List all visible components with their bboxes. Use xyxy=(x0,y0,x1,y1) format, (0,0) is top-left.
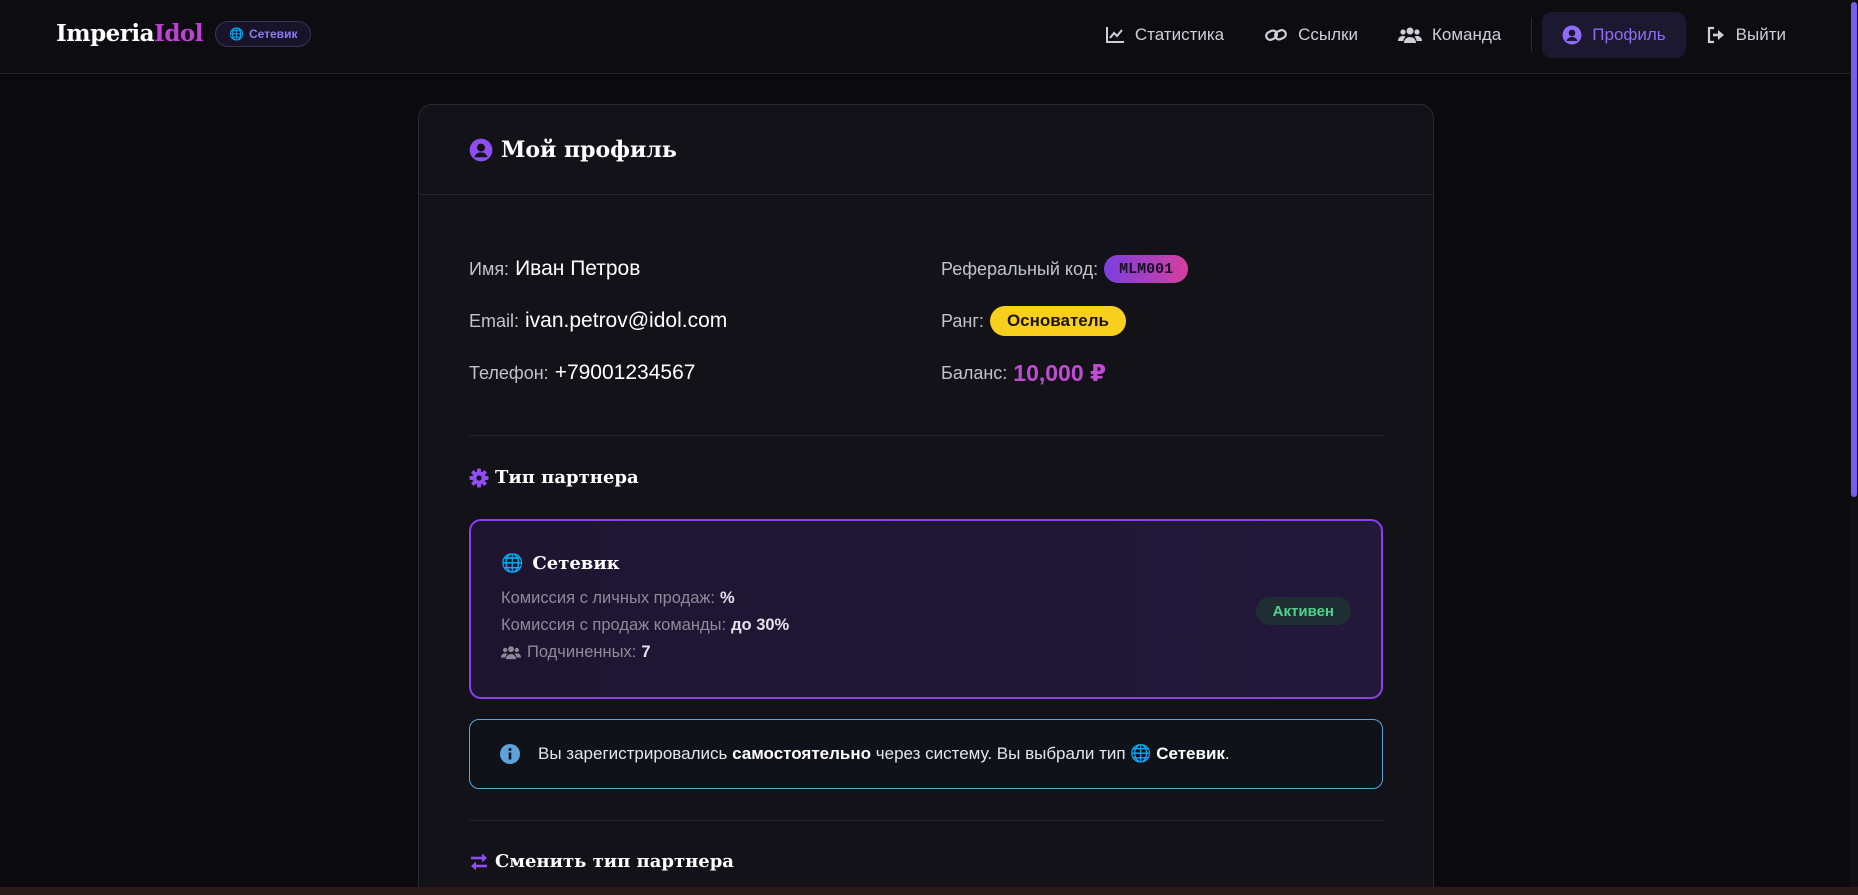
exchange-icon xyxy=(471,853,487,870)
users-icon xyxy=(501,646,521,660)
rank-row: Ранг: Основатель xyxy=(941,295,1188,347)
nav-logout[interactable]: Выйти xyxy=(1686,12,1806,58)
nav-links[interactable]: Ссылки xyxy=(1244,12,1378,58)
user-circle-icon xyxy=(1562,25,1582,45)
main-nav: Статистика Ссылки Команда Профиль Выйти xyxy=(1085,12,1806,58)
globe-icon: 🌐 xyxy=(501,553,524,574)
referral-code-badge[interactable]: MLM001 xyxy=(1104,255,1189,283)
user-circle-icon xyxy=(469,138,493,161)
subordinates: Подчиненных: 7 xyxy=(501,643,651,662)
globe-icon: 🌐 xyxy=(1130,744,1157,763)
partner-type-badge: 🌐 Сетевик xyxy=(215,20,312,47)
globe-icon: 🌐 xyxy=(229,26,244,41)
phone-value: +79001234567 xyxy=(554,361,696,384)
personal-commission: Комиссия с личных продаж: % xyxy=(501,589,735,607)
info-icon xyxy=(500,744,520,764)
name-value: Иван Петров xyxy=(515,257,641,280)
partner-type-heading: Тип партнера xyxy=(469,467,639,488)
nav-profile[interactable]: Профиль xyxy=(1542,12,1686,58)
nav-divider xyxy=(1531,18,1533,52)
taskbar-edge xyxy=(0,887,1858,895)
rank-badge: Основатель xyxy=(989,306,1126,336)
scrollbar-thumb[interactable] xyxy=(1851,2,1857,497)
divider xyxy=(469,435,1385,436)
name-row: Имя: Иван Петров xyxy=(469,257,641,280)
phone-row: Телефон: +79001234567 xyxy=(469,361,696,384)
link-icon xyxy=(1265,29,1288,41)
card-header: Мой профиль xyxy=(419,105,1433,195)
nav-statistics[interactable]: Статистика xyxy=(1085,12,1244,58)
partner-type-name: 🌐 Сетевик xyxy=(501,553,620,574)
gear-icon xyxy=(469,468,489,487)
registration-info-alert: Вы зарегистрировались самостоятельно чер… xyxy=(469,719,1383,789)
balance-value: 10,000 ₽ xyxy=(1013,359,1107,386)
balance-row: Баланс: 10,000 ₽ xyxy=(941,359,1107,386)
brand[interactable]: ImperiaIdol 🌐 Сетевик xyxy=(56,20,312,47)
email-value: ivan.petrov@idol.com xyxy=(525,309,728,332)
info-column-right: Реферальный код: MLM001 Ранг: Основатель… xyxy=(941,243,1189,399)
brand-logo[interactable]: ImperiaIdol xyxy=(56,20,203,47)
divider xyxy=(469,820,1385,821)
team-commission: Комиссия с продаж команды: до 30% xyxy=(501,616,790,634)
profile-card: Мой профиль Имя: Иван Петров Email: ivan… xyxy=(418,104,1434,895)
partner-type-card[interactable]: 🌐 Сетевик Комиссия с личных продаж: % Ко… xyxy=(469,519,1383,699)
page-title: Мой профиль xyxy=(501,136,677,163)
ref-code-row: Реферальный код: MLM001 xyxy=(941,243,1189,295)
chart-line-icon xyxy=(1105,27,1124,43)
info-column-left: Имя: Иван Петров Email: ivan.petrov@idol… xyxy=(469,243,727,399)
scrollbar[interactable] xyxy=(1850,0,1858,895)
nav-team[interactable]: Команда xyxy=(1378,12,1521,58)
change-partner-type-heading: Сменить тип партнера xyxy=(469,851,734,872)
email-row: Email: ivan.petrov@idol.com xyxy=(469,309,728,332)
sign-out-icon xyxy=(1707,26,1724,44)
users-icon xyxy=(1398,27,1422,43)
status-badge: Активен xyxy=(1255,597,1351,625)
top-navbar: ImperiaIdol 🌐 Сетевик Статистика Ссылки … xyxy=(0,0,1858,74)
